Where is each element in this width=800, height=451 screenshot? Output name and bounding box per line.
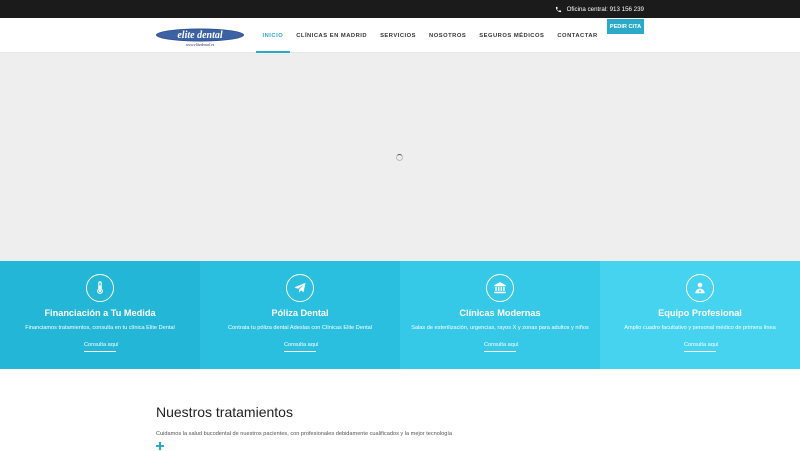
feature-link[interactable]: Consulta aquí bbox=[84, 342, 119, 352]
feature-financiacion: Financiación a Tu Medida Financiamos tra… bbox=[0, 261, 200, 369]
treatments-title: Nuestros tratamientos bbox=[156, 404, 293, 420]
nav-clinicas[interactable]: CLÍNICAS EN MADRID bbox=[290, 18, 374, 53]
loading-spinner-icon bbox=[396, 154, 403, 161]
treatments-description: Cuidamos la salud bucodental de nuestros… bbox=[156, 431, 453, 437]
nav-seguros[interactable]: SEGUROS MÉDICOS bbox=[473, 18, 551, 53]
feature-link[interactable]: Consulta aquí bbox=[684, 342, 719, 352]
site-logo[interactable]: elite dental www.elitedental.es bbox=[156, 27, 246, 47]
logo-name: elite dental bbox=[177, 30, 222, 41]
feature-link[interactable]: Consulta aquí bbox=[484, 342, 519, 352]
nav-contactar[interactable]: CONTACTAR bbox=[551, 18, 604, 53]
feature-equipo: Equipo Profesional Amplio cuadro faculta… bbox=[600, 261, 800, 369]
contact-text: Oficina central: 913 156 239 bbox=[566, 6, 644, 13]
thermometer-icon bbox=[86, 274, 114, 302]
doctor-icon bbox=[686, 274, 714, 302]
paper-plane-icon bbox=[286, 274, 314, 302]
contact-info[interactable]: Oficina central: 913 156 239 bbox=[555, 4, 644, 15]
header: elite dental www.elitedental.es INICIO C… bbox=[0, 18, 800, 53]
feature-title: Equipo Profesional bbox=[658, 308, 742, 318]
nav-inicio[interactable]: INICIO bbox=[256, 18, 290, 53]
feature-poliza: Póliza Dental Contrata tu póliza dental … bbox=[200, 261, 400, 369]
feature-description: Financiamos tratamientos, consulta en tu… bbox=[25, 325, 175, 331]
feature-title: Clínicas Modernas bbox=[459, 308, 541, 318]
phone-icon bbox=[555, 6, 562, 13]
logo-url: www.elitedental.es bbox=[186, 43, 215, 47]
feature-description: Contrata tu póliza dental Adeslas con Cl… bbox=[228, 325, 372, 331]
feature-description: Salas de esterilización, urgencias, rayo… bbox=[411, 325, 589, 331]
hero-slider bbox=[0, 53, 800, 261]
feature-link[interactable]: Consulta aquí bbox=[284, 342, 319, 352]
features-strip: Financiación a Tu Medida Financiamos tra… bbox=[0, 261, 800, 369]
top-bar: Oficina central: 913 156 239 bbox=[0, 0, 800, 18]
main-nav: INICIO CLÍNICAS EN MADRID SERVICIOS NOSO… bbox=[256, 18, 604, 53]
pedir-cita-button[interactable]: PEDIR CITA bbox=[607, 19, 644, 34]
feature-title: Financiación a Tu Medida bbox=[44, 308, 156, 318]
feature-description: Amplio cuadro facultativo y personal méd… bbox=[624, 325, 776, 331]
nav-nosotros[interactable]: NOSOTROS bbox=[423, 18, 473, 53]
nav-servicios[interactable]: SERVICIOS bbox=[374, 18, 423, 53]
building-icon bbox=[486, 274, 514, 302]
feature-clinicas: Clínicas Modernas Salas de esterilizació… bbox=[400, 261, 600, 369]
feature-title: Póliza Dental bbox=[271, 308, 329, 318]
